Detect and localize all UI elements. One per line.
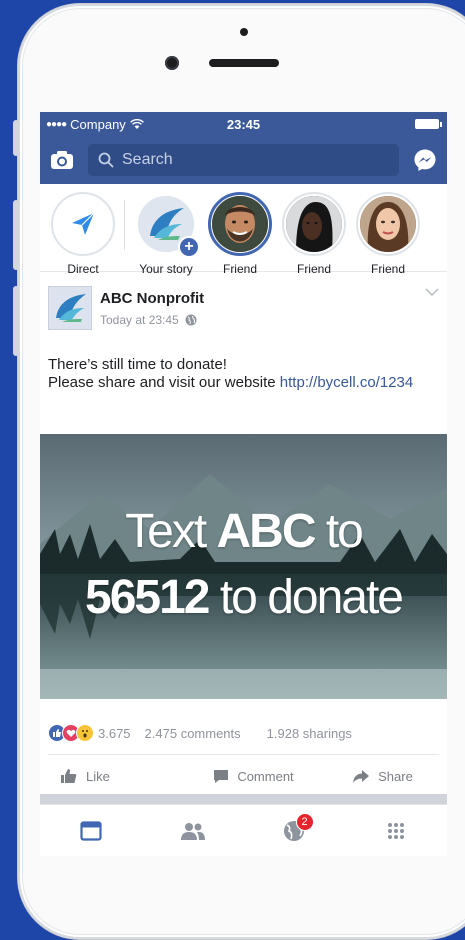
share-button[interactable]: Share: [318, 762, 447, 790]
post-meta: Today at 23:45: [100, 313, 204, 327]
like-button[interactable]: Like: [40, 762, 189, 790]
comment-label: Comment: [237, 768, 294, 784]
phone-speaker: [209, 59, 279, 67]
post-link[interactable]: http://bycell.co/1234: [280, 374, 413, 391]
sharings-count[interactable]: 1.928 sharings: [267, 726, 352, 741]
carrier-info: ●●●● Company: [46, 117, 144, 132]
wifi-icon: [129, 118, 144, 130]
phone-volume-up: [13, 200, 19, 270]
story-ring: +: [134, 192, 200, 258]
feed-icon: [80, 820, 102, 841]
image-text-line-1: Text ABC to: [125, 505, 364, 558]
image-text-line-2: 56512 to donate: [85, 571, 404, 624]
story-friend-3[interactable]: Friend: [353, 192, 423, 276]
post-text: There’s still time to donate! Please sha…: [40, 330, 447, 392]
tab-menu[interactable]: [345, 805, 447, 856]
phone-mute-switch: [13, 120, 19, 156]
story-ring: [282, 192, 346, 256]
reactions-divider: [48, 754, 439, 755]
phone-volume-down: [13, 286, 19, 356]
search-placeholder: Search: [122, 151, 173, 168]
status-bar: ●●●● Company 23:45: [40, 112, 447, 136]
carrier-name: Company: [70, 116, 126, 132]
phone-front-camera: [165, 56, 179, 70]
post-author-block: ABC Nonprofit Today at 23:45: [100, 286, 204, 330]
battery-icon: [415, 119, 442, 129]
plus-icon[interactable]: +: [178, 236, 200, 258]
comments-count[interactable]: 2.475 comments: [145, 726, 241, 741]
friend-avatar: [212, 196, 268, 252]
menu-grid-icon: [387, 822, 405, 840]
notifications-badge: 2: [295, 813, 314, 831]
reactions-summary[interactable]: 3.675 2.475 comments 1.928 sharings: [48, 724, 439, 742]
share-label: Share: [378, 768, 413, 784]
post-header: ABC Nonprofit Today at 23:45: [40, 272, 447, 330]
post-text-line-2-prefix: Please share and visit our website: [48, 374, 280, 391]
phone-sensor: [240, 28, 248, 36]
like-label: Like: [86, 768, 110, 784]
stories-divider: [124, 200, 125, 250]
page-logo[interactable]: [48, 286, 92, 330]
page-name[interactable]: ABC Nonprofit: [100, 290, 204, 307]
post-image[interactable]: Text ABC to 56512 to donate: [40, 434, 447, 699]
reaction-icons: [48, 724, 94, 742]
chevron-down-icon[interactable]: [425, 288, 439, 297]
comment-icon: [213, 769, 229, 784]
messenger-icon[interactable]: [413, 148, 437, 172]
story-your-story[interactable]: + Your story: [131, 192, 201, 276]
post-actions: Like Comment Share: [40, 762, 447, 790]
send-icon: [70, 211, 96, 237]
lake-background: [40, 434, 447, 699]
top-bar: Search: [40, 136, 447, 184]
globe-icon: [185, 314, 197, 326]
post-text-line-2: Please share and visit our website http:…: [48, 374, 439, 392]
wow-reaction-icon: [76, 724, 94, 742]
story-friend-2[interactable]: Friend: [279, 192, 349, 276]
share-icon: [352, 769, 370, 784]
story-ring: [51, 192, 115, 256]
friends-icon: [180, 822, 206, 840]
like-icon: [60, 768, 78, 784]
post-time[interactable]: Today at 23:45: [100, 313, 179, 327]
signal-icon: ●●●●: [46, 118, 67, 130]
tab-notifications[interactable]: 2: [244, 805, 346, 856]
search-input[interactable]: Search: [88, 144, 399, 176]
bottom-tab-bar: 2: [40, 804, 447, 856]
camera-icon[interactable]: [50, 150, 74, 170]
app-screen: ●●●● Company 23:45 Search Direct + Your …: [40, 112, 447, 856]
friend-avatar: [360, 196, 416, 252]
story-ring: [356, 192, 420, 256]
reactions-count: 3.675: [98, 725, 131, 741]
story-direct[interactable]: Direct: [48, 192, 118, 276]
post-text-line-1: There’s still time to donate!: [48, 356, 227, 373]
feed-separator: [40, 794, 447, 804]
story-friend-1[interactable]: Friend: [205, 192, 275, 276]
tab-friends[interactable]: [142, 805, 244, 856]
friend-avatar: [286, 196, 342, 252]
search-icon: [98, 152, 114, 168]
story-ring-active: [208, 192, 272, 256]
tab-news-feed[interactable]: [40, 805, 142, 856]
stories-row: Direct + Your story Friend Friend Friend: [40, 184, 447, 276]
comment-button[interactable]: Comment: [189, 762, 318, 790]
